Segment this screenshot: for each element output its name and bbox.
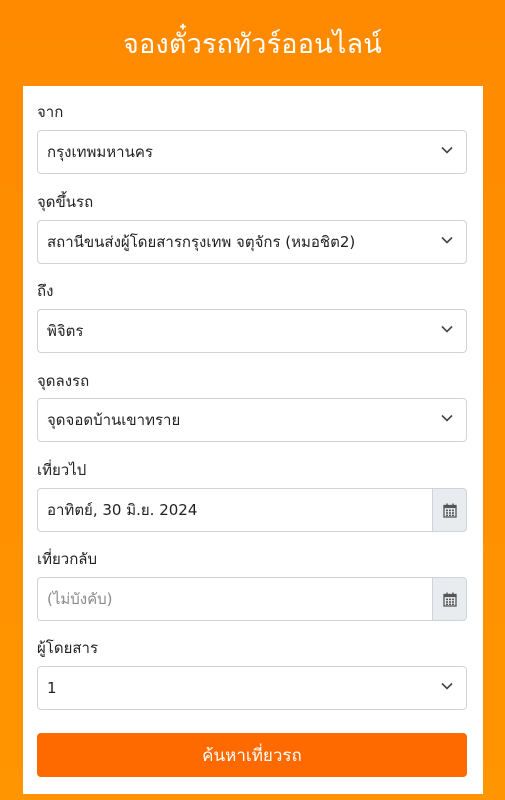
passengers-select[interactable]: 1: [37, 666, 467, 710]
return-date-input[interactable]: (ไม่บังคับ): [37, 577, 432, 621]
return-date-group: (ไม่บังคับ): [37, 577, 467, 621]
passengers-label: ผู้โดยสาร: [37, 639, 99, 657]
origin-label: จาก: [37, 103, 64, 121]
destination-label: ถึง: [37, 282, 54, 300]
search-trips-button[interactable]: ค้นหาเที่ยวรถ: [37, 733, 467, 777]
destination-value: พิจิตร: [47, 322, 84, 340]
passengers-value: 1: [47, 679, 57, 697]
page-title: จองตั๋วรถทัวร์ออนไลน์: [123, 28, 382, 60]
boarding-point-value: สถานีขนส่งผู้โดยสารกรุงเทพ จตุจักร (หมอช…: [47, 233, 356, 251]
page-header: จองตั๋วรถทัวร์ออนไลน์: [0, 0, 505, 86]
chevron-down-icon: [440, 411, 454, 425]
destination-select[interactable]: พิจิตร: [37, 309, 467, 353]
chevron-down-icon: [440, 233, 454, 247]
return-date-picker-button[interactable]: [432, 577, 467, 621]
dropoff-point-value: จุดจอดบ้านเขาทราย: [47, 411, 181, 429]
depart-date-input[interactable]: อาทิตย์, 30 มิ.ย. 2024: [37, 488, 432, 532]
depart-date-label: เที่ยวไป: [37, 461, 87, 479]
origin-select[interactable]: กรุงเทพมหานคร: [37, 130, 467, 174]
chevron-down-icon: [440, 322, 454, 336]
chevron-down-icon: [440, 679, 454, 693]
origin-value: กรุงเทพมหานคร: [47, 143, 153, 161]
calendar-icon: [442, 592, 457, 607]
depart-date-picker-button[interactable]: [432, 488, 467, 532]
dropoff-point-select[interactable]: จุดจอดบ้านเขาทราย: [37, 398, 467, 442]
boarding-point-select[interactable]: สถานีขนส่งผู้โดยสารกรุงเทพ จตุจักร (หมอช…: [37, 220, 467, 264]
depart-date-group: อาทิตย์, 30 มิ.ย. 2024: [37, 488, 467, 532]
calendar-icon: [442, 503, 457, 518]
chevron-down-icon: [440, 143, 454, 157]
dropoff-point-label: จุดลงรถ: [37, 372, 90, 390]
boarding-point-label: จุดขึ้นรถ: [37, 193, 94, 211]
return-date-label: เที่ยวกลับ: [37, 550, 98, 568]
booking-form: จาก กรุงเทพมหานคร จุดขึ้นรถ สถานีขนส่งผู…: [23, 86, 483, 794]
